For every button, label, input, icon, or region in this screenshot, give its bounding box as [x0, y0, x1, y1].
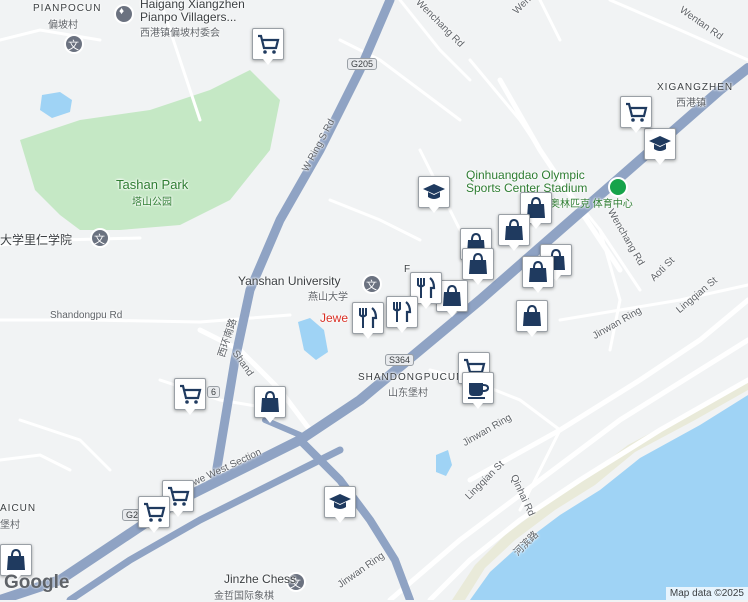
marker-restaurant-2[interactable]: [386, 296, 418, 333]
label-olympic-zh: 岛奥林匹克 体育中心: [540, 199, 633, 210]
marker-shopping-cart-6[interactable]: [138, 496, 170, 533]
marker-shopping-bag-8[interactable]: [516, 300, 548, 337]
google-logo[interactable]: Google: [4, 572, 69, 594]
shield-g205: G205: [347, 58, 378, 70]
road-shandongpu: Shandongpu Rd: [50, 310, 123, 321]
poi-glyph-daxue: 文: [94, 234, 105, 246]
label-yanshan-en: Yanshan University: [238, 274, 341, 288]
label-xigangzhen-zh: 西港镇: [676, 98, 706, 109]
label-aicun-zh: 堡村: [0, 520, 20, 531]
marker-shopping-bag-9[interactable]: [254, 386, 286, 423]
poi-glyph-yanshan: 文: [366, 280, 377, 292]
label-olympic-1: Qinhuangdao Olympic: [466, 168, 585, 182]
marker-school-2[interactable]: [644, 128, 676, 165]
marker-shopping-cart-2[interactable]: [620, 96, 652, 133]
poi-glyph-pianpo: 文: [68, 40, 79, 52]
label-xigangzhen-en: XIGANGZHEN: [657, 82, 734, 93]
marker-school-3[interactable]: [324, 486, 356, 523]
poi-glyph-haigang: ♦: [119, 6, 125, 17]
label-pianpocun-zh: 偏坡村: [48, 20, 78, 31]
label-aicun: AICUN: [0, 503, 37, 514]
label-pianpocun-en: PIANPOCUN: [33, 3, 102, 14]
map-canvas[interactable]: [0, 0, 748, 600]
label-jewel: Jewe: [320, 311, 349, 325]
label-haigang-zh: 西港镇偏坡村委会: [140, 28, 220, 39]
marker-school[interactable]: [418, 176, 450, 213]
marker-shopping-bag-5[interactable]: [522, 256, 554, 293]
marker-cafe[interactable]: [462, 372, 494, 409]
marker-restaurant-3[interactable]: [352, 302, 384, 339]
label-haigang-2: Pianpo Villagers...: [140, 10, 237, 24]
shield-s364: S364: [385, 354, 415, 366]
label-yanshan-zh: 燕山大学: [308, 292, 348, 303]
marker-shopping-cart[interactable]: [252, 28, 284, 65]
label-daxue: 大学里仁学院: [0, 233, 73, 247]
label-jinzhe-en: Jinzhe Chess: [224, 572, 297, 586]
shield-6: 6: [207, 386, 221, 398]
label-shandongpucun-en: SHANDONGPUCUN: [358, 372, 465, 383]
marker-shopping-bag-2[interactable]: [498, 214, 530, 251]
marker-shopping-bag-6[interactable]: [462, 248, 494, 285]
label-shandongpucun-zh: 山东堡村: [388, 388, 428, 399]
map-data-attribution[interactable]: Map data ©2025: [665, 587, 748, 600]
label-tashan-en: Tashan Park: [116, 177, 189, 192]
label-tashan-zh: 塔山公园: [132, 197, 172, 208]
marker-shopping-cart-4[interactable]: [174, 378, 206, 415]
